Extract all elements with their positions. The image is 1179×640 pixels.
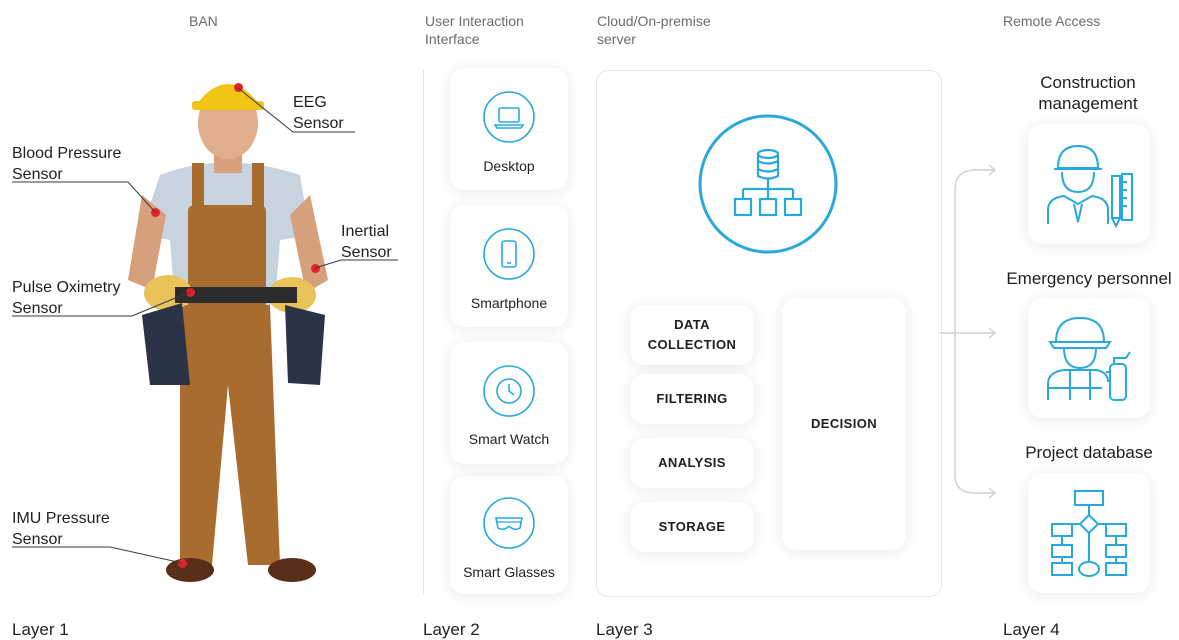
- layer4-label: Layer 4: [1003, 620, 1060, 639]
- construction-worker-icon: [1047, 144, 1133, 229]
- construction-card[interactable]: [1028, 124, 1150, 244]
- database-card[interactable]: [1028, 473, 1150, 593]
- layer3-label: Layer 3: [596, 620, 653, 639]
- firefighter-icon: [1047, 316, 1131, 401]
- database-title: Project database: [1025, 443, 1153, 462]
- construction-line2: management: [1038, 94, 1138, 113]
- remote-connectors: [940, 164, 997, 499]
- layer2-label: Layer 2: [423, 620, 480, 639]
- emergency-title: Emergency personnel: [1006, 269, 1172, 288]
- emergency-card[interactable]: [1028, 298, 1150, 418]
- construction-line1: Construction: [1040, 73, 1136, 92]
- layer1-label: Layer 1: [12, 620, 69, 639]
- construction-title: Construction management: [1018, 72, 1158, 114]
- flowchart-icon: [1051, 490, 1127, 577]
